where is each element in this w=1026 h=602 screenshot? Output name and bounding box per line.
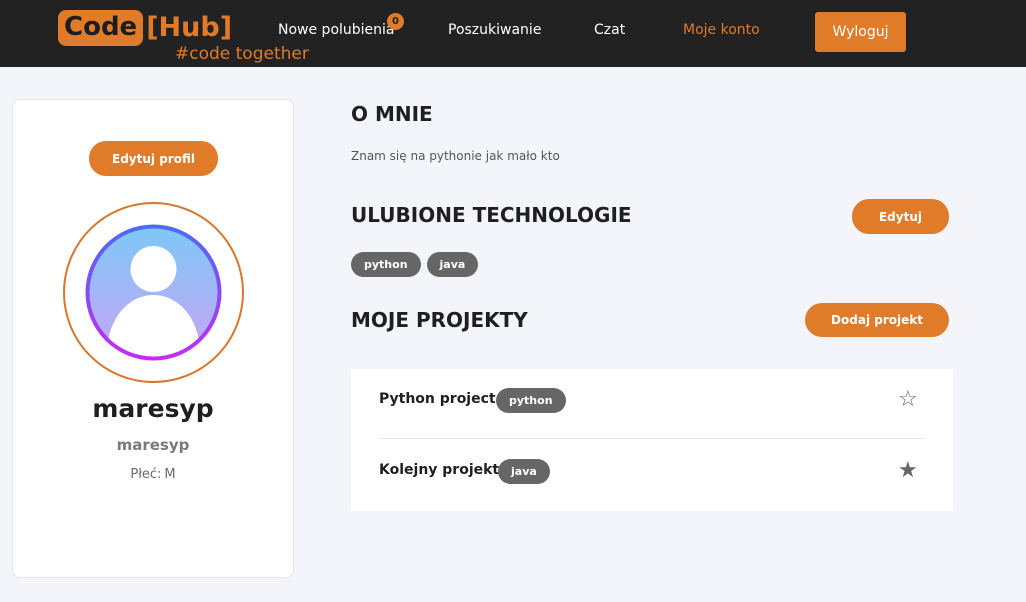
- avatar: [63, 202, 244, 383]
- nav-my-account[interactable]: Moje konto: [683, 22, 760, 38]
- nav-search[interactable]: Poszukiwanie: [448, 22, 541, 38]
- project-tag: python: [496, 388, 566, 413]
- logout-button[interactable]: Wyloguj: [815, 12, 906, 52]
- star-filled-icon[interactable]: ★: [898, 458, 918, 483]
- gender-value: M: [164, 467, 176, 482]
- navbar: Code [Hub] #code together Nowe polubieni…: [0, 0, 1026, 67]
- logo-tagline: #code together: [175, 44, 309, 64]
- project-name[interactable]: Kolejny projekt: [379, 462, 499, 478]
- profile-username: maresyp: [92, 394, 214, 423]
- gender-label: Płeć:: [130, 467, 162, 482]
- profile-login: maresyp: [116, 436, 190, 454]
- edit-profile-button[interactable]: Edytuj profil: [89, 141, 218, 176]
- tech-tag: python: [351, 252, 421, 277]
- user-avatar-icon: [85, 224, 222, 361]
- nav-new-likes[interactable]: Nowe polubienia: [278, 22, 395, 38]
- about-text: Znam się na pythonie jak mało kto: [351, 149, 560, 163]
- logo-code: Code: [58, 10, 144, 46]
- logo-wordmark: Code [Hub]: [58, 10, 232, 46]
- project-item[interactable]: Kolejny projekt java ★: [379, 440, 925, 510]
- nav-chat[interactable]: Czat: [594, 22, 625, 38]
- logo-hub: [Hub]: [146, 12, 233, 43]
- project-item[interactable]: Python project python ☆: [379, 369, 925, 439]
- technology-tags: python java: [351, 252, 479, 277]
- about-title: O MNIE: [351, 102, 433, 126]
- add-project-button[interactable]: Dodaj projekt: [805, 303, 949, 337]
- profile-card: Edytuj profil maresyp maresyp Płeć: M: [12, 99, 294, 578]
- tech-tag: java: [426, 252, 479, 277]
- technologies-title: ULUBIONE TECHNOLOGIE: [351, 203, 632, 227]
- projects-title: MOJE PROJEKTY: [351, 308, 528, 332]
- likes-count-badge: 0: [387, 13, 404, 30]
- edit-technologies-button[interactable]: Edytuj: [852, 199, 949, 234]
- profile-gender: Płeć: M: [13, 467, 293, 482]
- project-list: Python project python ☆ Kolejny projekt …: [351, 369, 953, 511]
- star-outline-icon[interactable]: ☆: [898, 387, 918, 412]
- site-logo[interactable]: Code [Hub] #code together: [58, 10, 328, 66]
- project-tag: java: [498, 459, 550, 484]
- project-name[interactable]: Python project: [379, 391, 496, 407]
